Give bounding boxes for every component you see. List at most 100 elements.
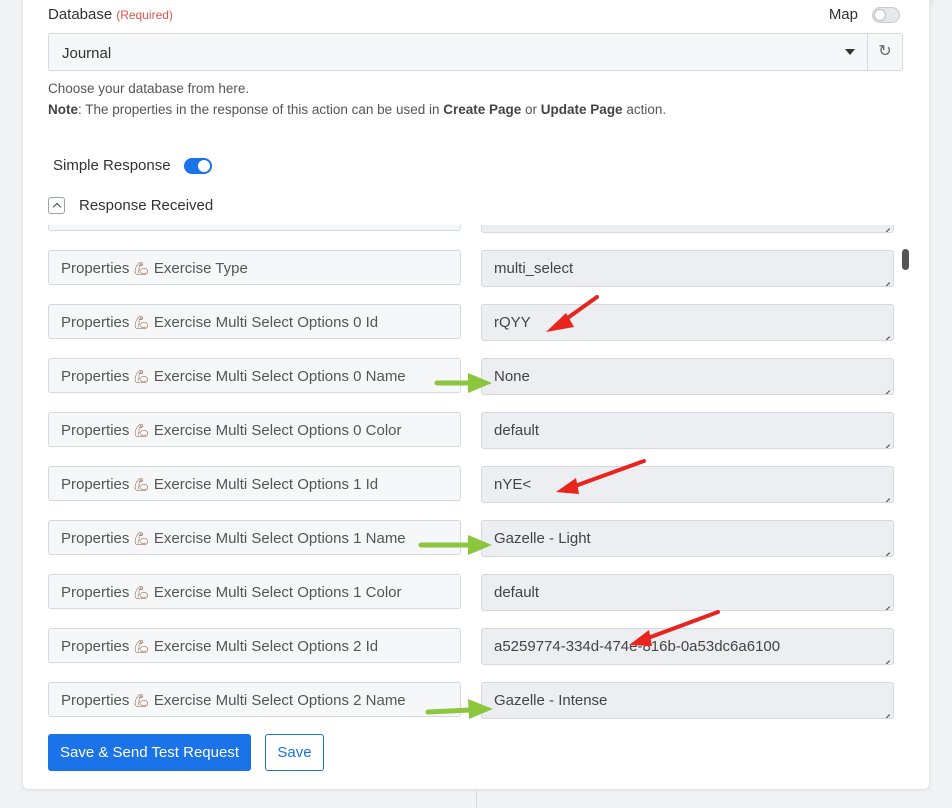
response-value-field[interactable]: a5259774-334d-474e-816b-0a53dc6a6100 bbox=[481, 628, 894, 665]
response-key-field[interactable]: Properties 💪︎ Exercise Multi Select Option… bbox=[48, 628, 461, 663]
key-name: Exercise Multi Select Options 0 Color bbox=[153, 422, 402, 439]
response-key-field[interactable]: Properties 💪︎ Exercise Multi Select Option… bbox=[48, 574, 461, 609]
connector-line bbox=[476, 790, 477, 808]
key-prefix: Properties bbox=[61, 530, 130, 547]
response-value-field[interactable]: rQYY bbox=[481, 304, 894, 341]
response-value-field[interactable]: nYE< bbox=[481, 466, 894, 503]
key-name: Exercise Multi Select Options 0 Id bbox=[153, 314, 379, 331]
response-value-field[interactable]: default bbox=[481, 412, 894, 449]
response-value-field[interactable]: Exercise bbox=[481, 225, 894, 233]
key-prefix: Properties bbox=[61, 584, 130, 601]
key-name: Exercise Multi Select Options 1 Name bbox=[153, 530, 406, 547]
value-text: rQYY bbox=[494, 314, 531, 331]
response-row: Properties 💪︎ Exercise Multi Select Option… bbox=[48, 466, 896, 520]
response-row: Properties 💪︎ Exercise Multi Select Option… bbox=[48, 520, 896, 574]
response-received-label: Response Received bbox=[79, 197, 214, 214]
value-text: None bbox=[494, 368, 530, 385]
response-row: Properties 💪︎ Exercise Multi Select Option… bbox=[48, 358, 896, 412]
resize-handle-icon[interactable] bbox=[882, 707, 890, 715]
map-label: Map bbox=[828, 6, 858, 23]
flexed-biceps-icon: 💪︎ bbox=[133, 585, 150, 600]
resize-handle-icon[interactable] bbox=[882, 599, 890, 607]
key-name: Exercise Multi Select Options 1 Color bbox=[153, 584, 402, 601]
map-toggle[interactable] bbox=[872, 7, 900, 23]
value-text: Gazelle - Light bbox=[494, 530, 591, 547]
key-name: Exercise Multi Select Options 0 Name bbox=[153, 368, 406, 385]
response-list-inner: Properties💪︎Exercise NameExercisePropert… bbox=[48, 225, 896, 724]
response-scrollbar[interactable] bbox=[901, 225, 910, 724]
flexed-biceps-icon: 💪︎ bbox=[133, 261, 150, 276]
resize-handle-icon[interactable] bbox=[882, 545, 890, 553]
key-name: Exercise Multi Select Options 2 Name bbox=[153, 692, 406, 709]
caret-down-icon bbox=[845, 49, 855, 55]
response-key-field[interactable]: Properties 💪︎ Exercise Multi Select Option… bbox=[48, 466, 461, 501]
resize-handle-icon[interactable] bbox=[882, 329, 890, 337]
key-name: Exercise Multi Select Options 1 Id bbox=[153, 476, 379, 493]
key-prefix: Properties bbox=[61, 314, 130, 331]
key-prefix: Properties bbox=[61, 260, 130, 277]
flexed-biceps-icon: 💪︎ bbox=[133, 531, 150, 546]
response-row: Properties 💪︎ Exercise Multi Select Option… bbox=[48, 682, 896, 724]
response-value-field[interactable]: None bbox=[481, 358, 894, 395]
flexed-biceps-icon: 💪︎ bbox=[133, 423, 150, 438]
resize-handle-icon[interactable] bbox=[882, 275, 890, 283]
value-text: Gazelle - Intense bbox=[494, 692, 608, 709]
value-text: nYE< bbox=[494, 476, 532, 493]
response-value-field[interactable]: multi_select bbox=[481, 250, 894, 287]
flexed-biceps-icon: 💪︎ bbox=[133, 693, 150, 708]
note-text: Note: The properties in the response of … bbox=[48, 102, 667, 117]
database-select[interactable]: Journal bbox=[48, 33, 868, 71]
response-key-field[interactable]: Properties 💪︎ Exercise Multi Select Option… bbox=[48, 304, 461, 339]
response-key-field[interactable]: Properties 💪︎ Exercise Multi Select Option… bbox=[48, 358, 461, 393]
help-text: Choose your database from here. bbox=[48, 81, 250, 96]
value-text: default bbox=[494, 584, 540, 601]
response-key-field[interactable]: Properties 💪︎ Exercise Multi Select Option… bbox=[48, 412, 461, 447]
response-row: Properties 💪︎ Exercise Multi Select Option… bbox=[48, 574, 896, 628]
response-value-field[interactable]: default bbox=[481, 574, 894, 611]
response-row: Properties 💪︎ Exercise Multi Select Option… bbox=[48, 304, 896, 358]
response-row: Properties 💪︎ Exercise Type multi_select bbox=[48, 250, 896, 304]
response-value-field[interactable]: Gazelle - Light bbox=[481, 520, 894, 557]
flexed-biceps-icon: 💪︎ bbox=[133, 477, 150, 492]
response-row: Properties 💪︎ Exercise Multi Select Option… bbox=[48, 628, 896, 682]
simple-response-label: Simple Response bbox=[53, 157, 171, 174]
value-text: a5259774-334d-474e-816b-0a53dc6a6100 bbox=[494, 638, 781, 655]
response-key-field[interactable]: Properties 💪︎ Exercise Multi Select Option… bbox=[48, 682, 461, 717]
flexed-biceps-icon: 💪︎ bbox=[133, 315, 150, 330]
database-label-row: Database (Required) Map bbox=[48, 4, 902, 24]
database-select-value: Journal bbox=[62, 45, 112, 62]
key-prefix: Properties bbox=[61, 692, 130, 709]
toggle-knob bbox=[198, 160, 210, 172]
key-prefix: Properties bbox=[61, 476, 130, 493]
resize-handle-icon[interactable] bbox=[882, 653, 890, 661]
key-name: Exercise Type bbox=[153, 260, 248, 277]
map-toggle-knob bbox=[874, 9, 886, 21]
database-help: Choose your database from here. Note: Th… bbox=[48, 78, 666, 120]
collapse-toggle-icon[interactable] bbox=[48, 197, 65, 214]
response-list[interactable]: Properties💪︎Exercise NameExercisePropert… bbox=[48, 225, 896, 724]
response-row: Properties💪︎Exercise Name Exercise bbox=[48, 225, 896, 250]
resize-handle-icon[interactable] bbox=[882, 383, 890, 391]
refresh-icon: ↻ bbox=[878, 43, 892, 60]
key-name: Exercise Multi Select Options 2 Id bbox=[153, 638, 379, 655]
required-marker: (Required) bbox=[116, 8, 173, 22]
key-prefix: Properties bbox=[61, 638, 130, 655]
scroll-thumb[interactable] bbox=[902, 249, 909, 270]
response-key-field[interactable]: Properties 💪︎ Exercise Type bbox=[48, 250, 461, 285]
key-prefix: Properties bbox=[61, 422, 130, 439]
response-value-field[interactable]: Gazelle - Intense bbox=[481, 682, 894, 719]
value-text: multi_select bbox=[494, 260, 574, 277]
flexed-biceps-icon: 💪︎ bbox=[133, 639, 150, 654]
resize-handle-icon[interactable] bbox=[882, 225, 890, 229]
resize-handle-icon[interactable] bbox=[882, 491, 890, 499]
flexed-biceps-icon: 💪︎ bbox=[133, 369, 150, 384]
response-key-field[interactable]: Properties💪︎Exercise Name bbox=[48, 225, 461, 231]
save-button[interactable]: Save bbox=[265, 734, 324, 771]
key-prefix: Properties bbox=[61, 368, 130, 385]
refresh-button[interactable]: ↻ bbox=[867, 33, 903, 71]
save-send-test-request-button[interactable]: Save & Send Test Request bbox=[48, 734, 251, 771]
simple-response-toggle[interactable] bbox=[184, 158, 212, 174]
database-label: Database (Required) bbox=[48, 6, 173, 23]
response-key-field[interactable]: Properties 💪︎ Exercise Multi Select Option… bbox=[48, 520, 461, 555]
resize-handle-icon[interactable] bbox=[882, 437, 890, 445]
